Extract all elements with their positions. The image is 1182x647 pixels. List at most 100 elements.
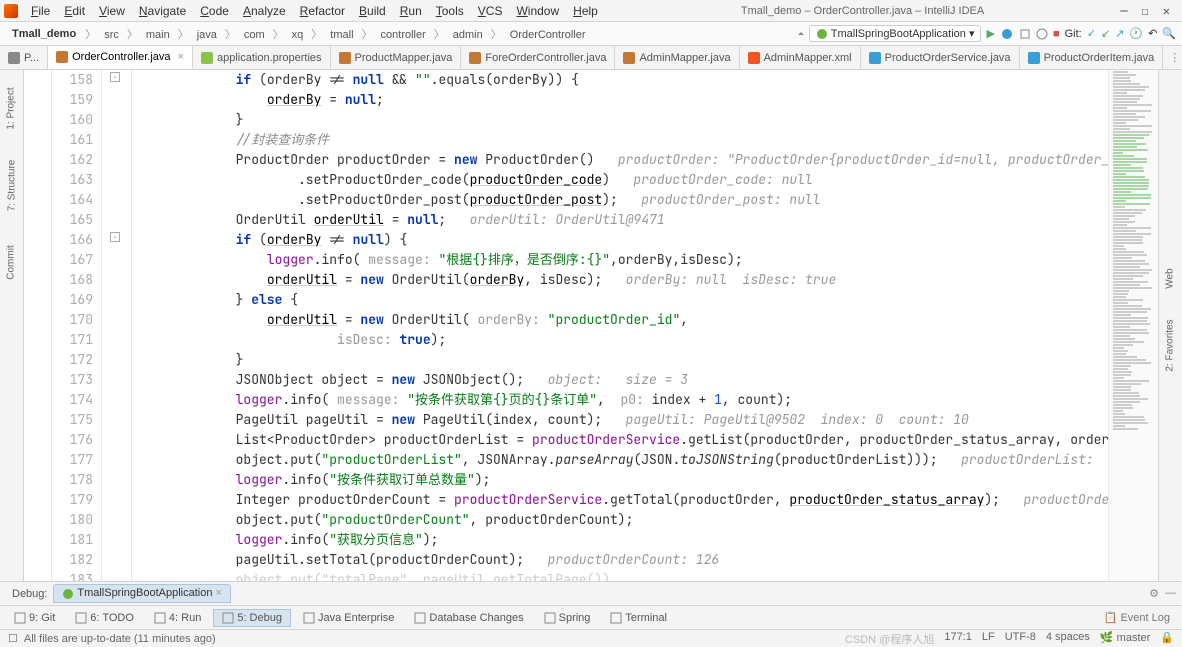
menu-vcs[interactable]: VCS [471, 2, 510, 20]
menu-refactor[interactable]: Refactor [293, 2, 352, 20]
maximize-icon[interactable]: ☐ [1142, 4, 1149, 18]
line-ending[interactable]: LF [982, 631, 995, 647]
code-line[interactable]: OrderUtil orderUtil = null; orderUtil: O… [142, 210, 1108, 230]
indent[interactable]: 4 spaces [1046, 631, 1090, 647]
code-line[interactable]: List<ProductOrder> productOrderList = pr… [142, 430, 1108, 450]
breadcrumb-item[interactable]: admin [448, 28, 488, 42]
close-icon[interactable]: × [178, 51, 184, 63]
code-line[interactable]: isDesc: true); [142, 330, 1108, 350]
code-line[interactable]: ProductOrder productOrder = new ProductO… [142, 150, 1108, 170]
git-rollback-icon[interactable]: ↶ [1148, 27, 1157, 40]
tool-tab-databasechanges[interactable]: Database Changes [406, 610, 531, 626]
code-line[interactable]: Integer productOrderCount = productOrder… [142, 490, 1108, 510]
project-tool-button[interactable]: 1: Project [3, 84, 20, 132]
coverage-icon[interactable] [1019, 27, 1031, 39]
stop-icon[interactable]: ■ [1053, 28, 1060, 40]
editor-tab[interactable]: AdminMapper.xml [740, 46, 861, 69]
close-icon[interactable]: × [216, 587, 222, 599]
minimize-icon[interactable]: ─ [1120, 4, 1127, 18]
code-line[interactable]: PageUtil pageUtil = new PageUtil(index, … [142, 410, 1108, 430]
git-push-icon[interactable]: ↗ [1115, 27, 1124, 40]
menu-tools[interactable]: Tools [429, 2, 471, 20]
profile-icon[interactable] [1036, 27, 1048, 39]
minimize-panel-icon[interactable]: — [1165, 587, 1176, 600]
menu-build[interactable]: Build [352, 2, 393, 20]
editor-tab[interactable]: ProductOrderService.java [861, 46, 1020, 69]
favorites-tool-button[interactable]: 2: Favorites [1162, 316, 1179, 374]
editor-tab[interactable]: ProductMapper.java [331, 46, 462, 69]
git-branch[interactable]: 🌿 master [1100, 631, 1150, 647]
run-config-selector[interactable]: TmallSpringBootApplication ▾ [809, 25, 982, 42]
breadcrumb-item[interactable]: java [192, 28, 222, 42]
code-line[interactable]: logger.info( message: "根据{}排序，是否倒序:{}",o… [142, 250, 1108, 270]
menu-navigate[interactable]: Navigate [132, 2, 193, 20]
git-update-icon[interactable]: ✓ [1087, 27, 1096, 40]
debug-icon[interactable] [1000, 27, 1014, 41]
breadcrumb-item[interactable]: src [99, 28, 124, 42]
menu-view[interactable]: View [92, 2, 132, 20]
tool-tab-terminal[interactable]: Terminal [602, 610, 675, 626]
tool-tab-debug[interactable]: 5: Debug [213, 609, 291, 627]
tool-tab-javaenterprise[interactable]: Java Enterprise [295, 610, 402, 626]
breadcrumb-item[interactable]: com [239, 28, 270, 42]
code-line[interactable]: .setProductOrder_code(productOrder_code)… [142, 170, 1108, 190]
code-line[interactable]: if (orderBy != null) { [142, 230, 1108, 250]
code-line[interactable]: logger.info("按条件获取订单总数量"); [142, 470, 1108, 490]
web-tool-button[interactable]: Web [1162, 265, 1179, 291]
commit-tool-button[interactable]: Commit [3, 242, 20, 282]
editor-tab[interactable]: AdminMapper.java [615, 46, 739, 69]
project-crumb[interactable]: Tmall_demo [6, 26, 82, 42]
breadcrumb-item[interactable]: main [141, 28, 175, 42]
code-line[interactable]: } else { [142, 290, 1108, 310]
event-log-button[interactable]: 📋 Event Log [1098, 609, 1176, 626]
menu-analyze[interactable]: Analyze [236, 2, 293, 20]
fold-marker-icon[interactable]: − [110, 72, 120, 82]
code-line[interactable]: orderUtil = new OrderUtil( orderBy: "pro… [142, 310, 1108, 330]
tool-tab-spring[interactable]: Spring [536, 610, 599, 626]
code-area[interactable]: if (orderBy != null && "".equals(orderBy… [132, 70, 1108, 581]
menu-help[interactable]: Help [566, 2, 605, 20]
menu-code[interactable]: Code [193, 2, 236, 20]
breadcrumb-item[interactable]: controller [376, 28, 431, 42]
breadcrumb-item[interactable]: OrderController [505, 28, 591, 42]
editor-tab[interactable]: application.properties [193, 46, 331, 69]
code-line[interactable]: object.put("productOrderList", JSONArray… [142, 450, 1108, 470]
menu-file[interactable]: File [24, 2, 57, 20]
code-line[interactable]: pageUtil.setTotal(productOrderCount); pr… [142, 550, 1108, 570]
code-line[interactable]: } [142, 110, 1108, 130]
editor-tab[interactable]: ProductOrderItem.java [1020, 46, 1164, 69]
lock-icon[interactable]: 🔒 [1160, 631, 1174, 647]
code-line[interactable]: //封装查询条件 [142, 130, 1108, 150]
settings-icon[interactable]: ⚙ [1149, 587, 1159, 600]
breadcrumb-item[interactable]: xq [287, 28, 309, 42]
menu-edit[interactable]: Edit [57, 2, 92, 20]
structure-tool-button[interactable]: 7: Structure [3, 157, 20, 215]
code-line[interactable]: object.put("productOrderCount", productO… [142, 510, 1108, 530]
code-line[interactable]: .setProductOrder_post(productOrder_post)… [142, 190, 1108, 210]
minimap[interactable] [1108, 70, 1158, 581]
menu-window[interactable]: Window [509, 2, 566, 20]
editor-tab[interactable]: P... [0, 46, 48, 69]
code-line[interactable]: logger.info("获取分页信息"); [142, 530, 1108, 550]
editor-tab[interactable]: OrderController.java× [48, 46, 193, 69]
tabs-dropdown-icon[interactable]: ⋮ [1163, 51, 1182, 64]
search-everywhere-icon[interactable]: 🔍 [1162, 27, 1176, 40]
menu-run[interactable]: Run [393, 2, 429, 20]
code-line[interactable]: orderUtil = new OrderUtil(orderBy, isDes… [142, 270, 1108, 290]
git-history-icon[interactable]: 🕐 [1129, 27, 1143, 40]
editor-tab[interactable]: ForeOrderController.java [461, 46, 615, 69]
caret-position[interactable]: 177:1 [944, 631, 972, 647]
debug-session-tab[interactable]: TmallSpringBootApplication × [53, 584, 231, 602]
breadcrumb-item[interactable]: tmall [325, 28, 358, 42]
code-line[interactable]: logger.info( message: "按条件获取第{}页的{}条订单",… [142, 390, 1108, 410]
close-icon[interactable]: ✕ [1163, 4, 1170, 18]
git-commit-icon[interactable]: ↙ [1101, 27, 1110, 40]
code-line[interactable]: object put("totalPage" pageUtil getTotal… [142, 570, 1108, 581]
tool-tab-run[interactable]: 4: Run [146, 610, 209, 626]
code-line[interactable]: JSONObject object = new JSONObject(); ob… [142, 370, 1108, 390]
run-icon[interactable]: ▶ [986, 27, 994, 40]
code-line[interactable]: } [142, 350, 1108, 370]
tool-tab-git[interactable]: 9: Git [6, 610, 63, 626]
tool-tab-todo[interactable]: 6: TODO [67, 610, 142, 626]
code-line[interactable]: if (orderBy != null && "".equals(orderBy… [142, 70, 1108, 90]
